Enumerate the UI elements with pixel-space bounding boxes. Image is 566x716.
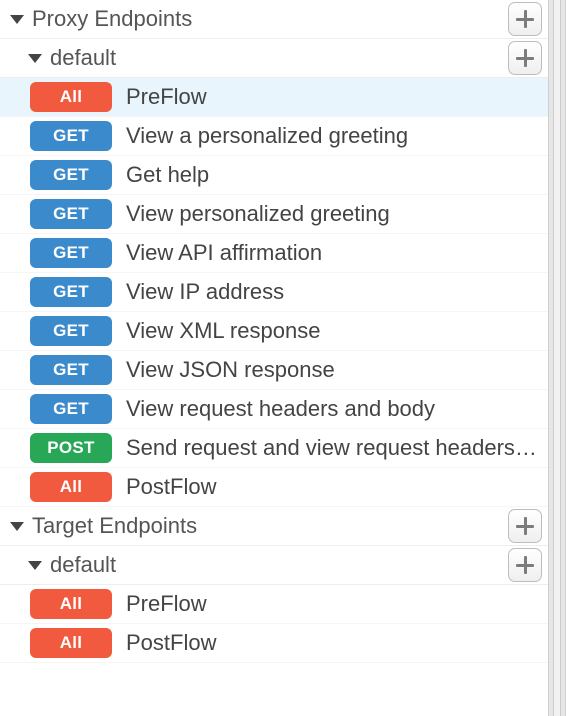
add-target-flow-button[interactable] <box>508 548 542 582</box>
group-header-proxy-default[interactable]: default <box>0 39 548 78</box>
plus-icon <box>524 517 527 535</box>
flow-label: View IP address <box>126 279 540 305</box>
method-badge: All <box>30 589 112 619</box>
navigator-panel: Proxy Endpoints default All PreFlow GET Vie… <box>0 0 548 716</box>
method-badge: GET <box>30 238 112 268</box>
flow-item[interactable]: GET View JSON response <box>0 351 548 390</box>
flow-label: View API affirmation <box>126 240 540 266</box>
method-badge: GET <box>30 160 112 190</box>
flow-item[interactable]: GET View personalized greeting <box>0 195 548 234</box>
method-badge: All <box>30 82 112 112</box>
flow-item[interactable]: All PreFlow <box>0 585 548 624</box>
section-title: Target Endpoints <box>32 513 197 539</box>
flow-label: View request headers and body <box>126 396 540 422</box>
group-header-target-default[interactable]: default <box>0 546 548 585</box>
method-badge: GET <box>30 394 112 424</box>
add-target-endpoint-button[interactable] <box>508 509 542 543</box>
method-badge: GET <box>30 355 112 385</box>
method-badge: POST <box>30 433 112 463</box>
flow-item[interactable]: GET View API affirmation <box>0 234 548 273</box>
plus-icon <box>524 10 527 28</box>
target-flow-list: All PreFlow All PostFlow <box>0 585 548 663</box>
add-proxy-flow-button[interactable] <box>508 41 542 75</box>
flow-label: PreFlow <box>126 591 540 617</box>
add-proxy-endpoint-button[interactable] <box>508 2 542 36</box>
group-title: default <box>50 552 116 578</box>
flow-label: View JSON response <box>126 357 540 383</box>
method-badge: GET <box>30 277 112 307</box>
method-badge: GET <box>30 121 112 151</box>
flow-label: View XML response <box>126 318 540 344</box>
proxy-flow-list: All PreFlow GET View a personalized greetin… <box>0 78 548 507</box>
plus-icon <box>524 49 527 67</box>
flow-label: Send request and view request headers an… <box>126 435 540 461</box>
flow-label: PostFlow <box>126 630 540 656</box>
method-badge: All <box>30 472 112 502</box>
method-badge: All <box>30 628 112 658</box>
flow-item[interactable]: GET Get help <box>0 156 548 195</box>
flow-item[interactable]: All PostFlow <box>0 624 548 663</box>
flow-label: PostFlow <box>126 474 540 500</box>
caret-down-icon <box>10 522 24 531</box>
flow-item[interactable]: All PostFlow <box>0 468 548 507</box>
flow-label: PreFlow <box>126 84 540 110</box>
flow-label: Get help <box>126 162 540 188</box>
vertical-scrollbar[interactable] <box>548 0 566 716</box>
section-header-target-endpoints[interactable]: Target Endpoints <box>0 507 548 546</box>
flow-item[interactable]: GET View request headers and body <box>0 390 548 429</box>
flow-item[interactable]: All PreFlow <box>0 78 548 117</box>
caret-down-icon <box>10 15 24 24</box>
flow-item[interactable]: POST Send request and view request header… <box>0 429 548 468</box>
section-title: Proxy Endpoints <box>32 6 192 32</box>
section-header-proxy-endpoints[interactable]: Proxy Endpoints <box>0 0 548 39</box>
caret-down-icon <box>28 561 42 570</box>
plus-icon <box>524 556 527 574</box>
flow-label: View a personalized greeting <box>126 123 540 149</box>
method-badge: GET <box>30 316 112 346</box>
method-badge: GET <box>30 199 112 229</box>
scrollbar-track <box>553 0 561 716</box>
flow-item[interactable]: GET View a personalized greeting <box>0 117 548 156</box>
flow-label: View personalized greeting <box>126 201 540 227</box>
group-title: default <box>50 45 116 71</box>
flow-item[interactable]: GET View IP address <box>0 273 548 312</box>
caret-down-icon <box>28 54 42 63</box>
flow-item[interactable]: GET View XML response <box>0 312 548 351</box>
